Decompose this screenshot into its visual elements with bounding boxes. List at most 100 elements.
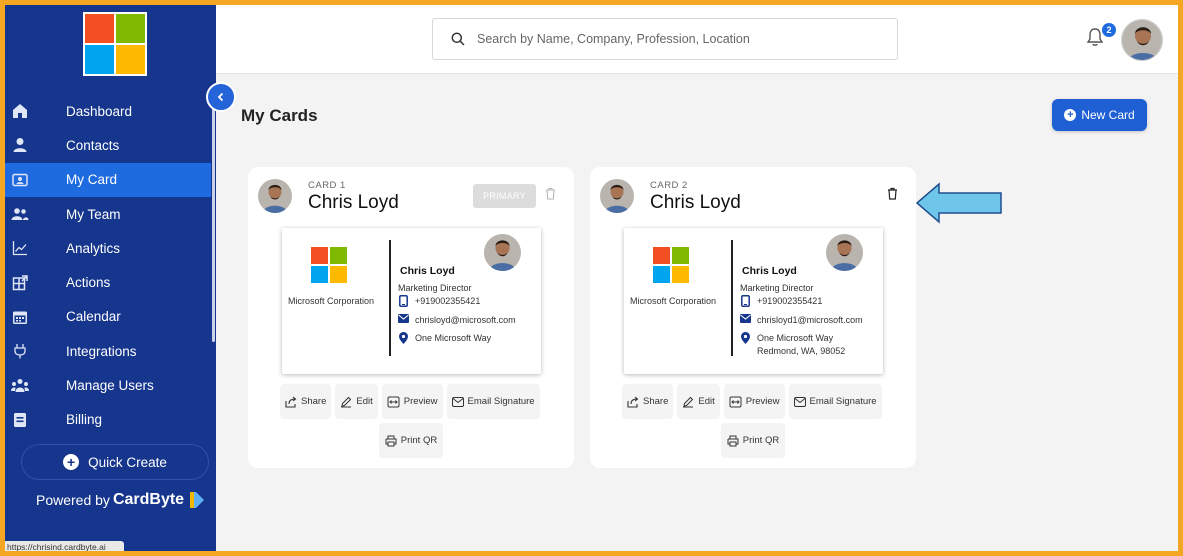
sidebar-item-actions[interactable]: Actions [5,265,211,299]
sidebar-item-contacts[interactable]: Contacts [5,128,211,162]
preview-button[interactable]: Preview [381,384,443,419]
home-icon [11,102,29,120]
print-qr-button[interactable]: Print QR [721,423,785,458]
sidebar-scrollbar[interactable] [212,97,215,342]
card-number: CARD 1 [308,180,346,191]
company-name: Microsoft Corporation [630,296,717,306]
sidebar-item-manage-users[interactable]: Manage Users [5,368,211,402]
sidebar-item-label: Integrations [66,343,137,359]
primary-button[interactable]: PRIMARY [473,184,536,208]
users-icon [11,377,29,395]
card-actions: Share Edit Preview Email Signature [280,384,540,419]
phone-icon [398,295,409,307]
sidebar-item-dashboard[interactable]: Dashboard [5,94,211,128]
edit-label: Edit [356,396,373,407]
preview-button[interactable]: Preview [723,384,785,419]
phone-number: +919002355421 [757,296,823,306]
new-card-button[interactable]: + New Card [1052,99,1147,131]
card-avatar [258,179,292,213]
sidebar-item-label: My Card [66,172,118,188]
share-label: Share [643,396,669,407]
sidebar-item-my-card[interactable]: My Card [5,162,211,197]
sidebar-item-integrations[interactable]: Integrations [5,334,211,368]
email-address: chrisloyd1@microsoft.com [757,315,863,325]
page-title: My Cards [241,106,318,125]
address-row: One Microsoft Way Redmond, WA, 98052 [740,332,845,358]
edit-button[interactable]: Edit [335,384,378,419]
trash-icon[interactable] [887,187,898,200]
address-line-1: One Microsoft Way [757,333,834,343]
job-title: Marketing Director [740,283,814,293]
notification-badge: 2 [1102,23,1116,37]
plug-icon [11,342,29,360]
phone-row: +919002355421 [740,295,822,308]
print-qr-label: Print QR [742,435,780,446]
company-logo[interactable] [83,12,147,76]
sidebar-nav: Dashboard Contacts My Card My Team Analy… [5,94,211,437]
trash-icon[interactable] [545,187,556,200]
email-signature-label: Email Signature [809,396,877,407]
email-address: chrisloyd@microsoft.com [415,315,516,325]
business-card-preview[interactable]: Microsoft Corporation Chris Loyd Marketi… [624,228,883,374]
preview-label: Preview [745,396,780,407]
print-qr-button[interactable]: Print QR [379,423,443,458]
sidebar-item-label: My Team [66,206,121,222]
sidebar-item-label: Billing [66,412,103,428]
cardbyte-brand: CardByte [112,491,185,508]
email-signature-label: Email Signature [467,396,535,407]
billing-icon [11,411,29,429]
sidebar-item-calendar[interactable]: Calendar [5,300,211,334]
share-button[interactable]: Share [622,384,674,419]
email-icon [398,314,409,323]
actions-icon [11,274,29,292]
address-line-1: One Microsoft Way [415,333,492,343]
sidebar-item-label: Analytics [66,240,121,256]
sidebar-collapse-button[interactable] [206,82,236,112]
edit-button[interactable]: Edit [677,384,720,419]
card-panel-2: CARD 2 Chris Loyd Microsoft Corporation … [590,167,916,468]
status-bar-url: https://chrisind.cardbyte.ai [5,541,124,551]
calendar-icon [11,308,29,326]
top-header: 2 [216,5,1178,74]
card-avatar [600,179,634,213]
preview-icon [387,396,400,407]
profile-photo [826,234,863,271]
quick-create-label: Quick Create [88,454,167,470]
printer-icon [385,435,397,446]
phone-icon [740,295,751,307]
sidebar-item-label: Manage Users [66,378,154,394]
powered-by-prefix: Powered by [36,492,110,508]
card-panel-1: CARD 1 Chris Loyd PRIMARY Microsoft Corp… [248,167,574,468]
pencil-icon [683,396,694,407]
quick-create-button[interactable]: + Quick Create [21,444,209,480]
business-card-preview[interactable]: Microsoft Corporation Chris Loyd Marketi… [282,228,541,374]
email-signature-button[interactable]: Email Signature [446,384,540,419]
sidebar-item-label: Actions [66,275,111,291]
user-avatar[interactable] [1121,19,1163,61]
mail-icon [451,396,464,407]
app-window: Dashboard Contacts My Card My Team Analy… [5,5,1178,551]
person-name: Chris Loyd [400,265,455,277]
profile-photo [484,234,521,271]
email-icon [740,314,751,323]
sidebar-item-label: Contacts [66,137,120,153]
sidebar-item-billing[interactable]: Billing [5,403,211,437]
email-signature-button[interactable]: Email Signature [788,384,882,419]
search-bar[interactable] [432,18,898,60]
plus-circle-icon: + [1064,109,1077,121]
location-pin-icon [398,332,409,344]
mail-icon [793,396,806,407]
company-name: Microsoft Corporation [288,296,375,306]
sidebar-item-my-team[interactable]: My Team [5,197,211,231]
email-row: chrisloyd@microsoft.com [398,314,516,327]
microsoft-logo [653,247,689,283]
chevron-left-icon [217,92,224,102]
card-name: Chris Loyd [650,192,741,213]
share-button[interactable]: Share [280,384,332,419]
search-input[interactable] [477,32,877,46]
sidebar-item-label: Dashboard [66,103,133,119]
sidebar-item-analytics[interactable]: Analytics [5,231,211,265]
divider [731,240,733,356]
card-number: CARD 2 [650,180,688,191]
share-label: Share [301,396,327,407]
